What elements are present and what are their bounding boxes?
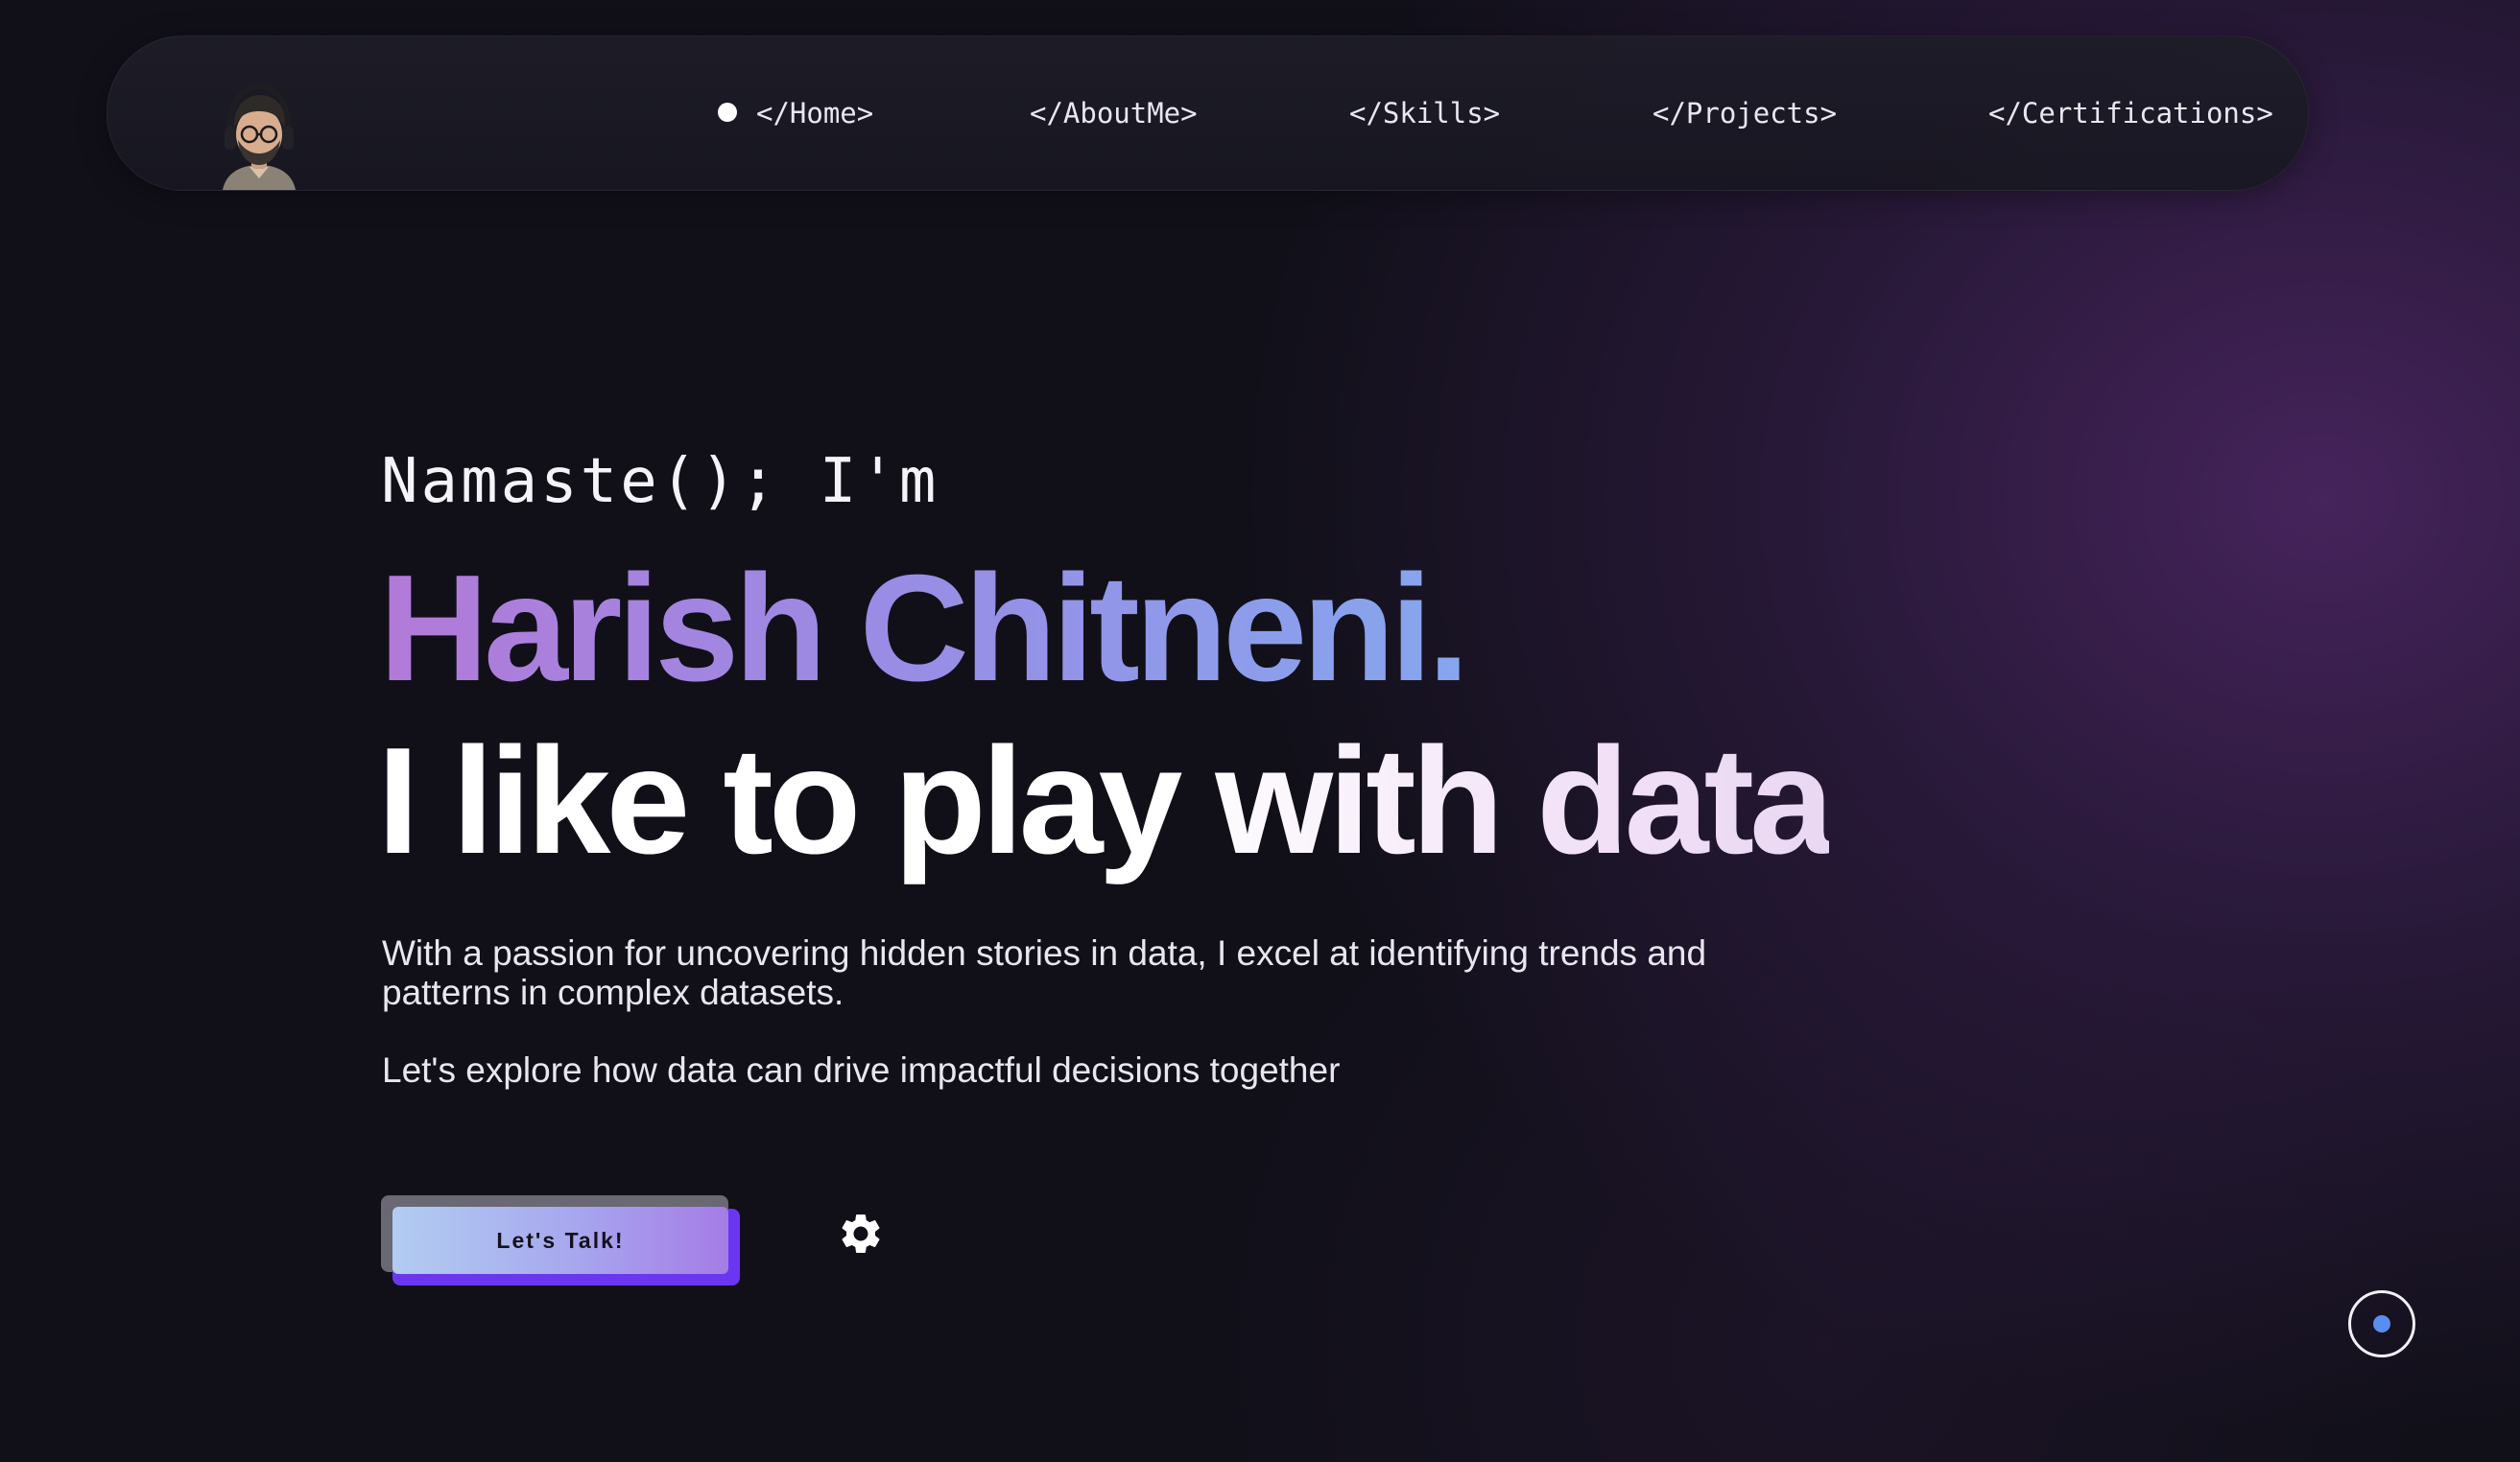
nav-certifications-label: </Certifications> bbox=[1988, 97, 2273, 130]
nav-aboutme[interactable]: </AboutMe> bbox=[1030, 92, 1198, 134]
hero-description: With a passion for uncovering hidden sto… bbox=[382, 933, 1707, 1012]
gear-icon[interactable] bbox=[837, 1210, 885, 1258]
nav-certifications[interactable]: </Certifications> bbox=[1988, 92, 2273, 134]
nav-projects[interactable]: </Projects> bbox=[1652, 92, 1837, 134]
nav-home-label: </Home> bbox=[756, 97, 874, 130]
hero-description-cta: Let's explore how data can drive impactf… bbox=[382, 1050, 1341, 1090]
nav-projects-label: </Projects> bbox=[1652, 97, 1838, 130]
hero-tagline: I like to play with data bbox=[377, 717, 1834, 885]
nav-home[interactable]: </Home> bbox=[718, 92, 873, 134]
nav-skills[interactable]: </Skills> bbox=[1349, 92, 1500, 134]
lets-talk-label: Let's Talk! bbox=[392, 1207, 728, 1274]
lets-talk-button[interactable]: Let's Talk! bbox=[381, 1195, 740, 1285]
avatar-icon bbox=[223, 83, 296, 190]
navbar: </Home> </AboutMe> </Skills> </Projects>… bbox=[107, 35, 2309, 191]
scroll-indicator-icon[interactable] bbox=[2348, 1290, 2415, 1357]
active-indicator-dot bbox=[718, 103, 737, 122]
nav-skills-label: </Skills> bbox=[1349, 97, 1501, 130]
nav-aboutme-label: </AboutMe> bbox=[1030, 97, 1198, 130]
avatar[interactable] bbox=[211, 79, 307, 190]
greeting-text: Namaste(); I'm bbox=[381, 446, 939, 517]
hero-name: Harish Chitneni. bbox=[379, 544, 1469, 713]
scroll-indicator-dot bbox=[2373, 1315, 2390, 1332]
